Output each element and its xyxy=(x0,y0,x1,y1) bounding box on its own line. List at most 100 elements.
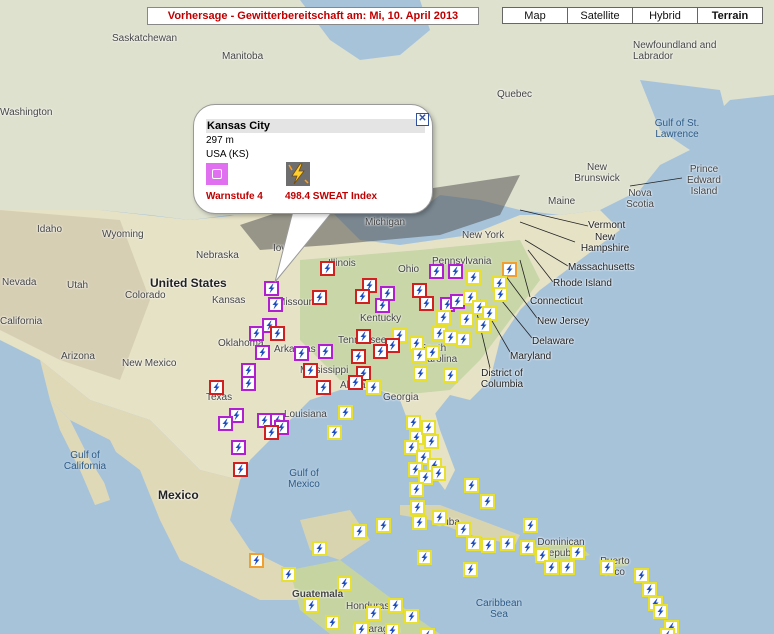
lightning-icon xyxy=(286,162,310,186)
storm-marker[interactable] xyxy=(404,609,419,624)
info-country: USA (KS) xyxy=(206,149,249,160)
storm-marker[interactable] xyxy=(376,518,391,533)
storm-marker[interactable] xyxy=(255,345,270,360)
storm-marker[interactable] xyxy=(231,440,246,455)
label-wyoming: Wyoming xyxy=(102,229,144,240)
storm-marker[interactable] xyxy=(500,536,515,551)
storm-marker[interactable] xyxy=(337,576,352,591)
lightning-icon xyxy=(211,382,222,393)
label-new-jersey: New Jersey xyxy=(537,316,590,327)
storm-marker[interactable] xyxy=(425,345,440,360)
storm-marker[interactable] xyxy=(303,363,318,378)
storm-marker[interactable] xyxy=(660,628,675,634)
lightning-icon xyxy=(314,543,325,554)
storm-marker[interactable] xyxy=(466,270,481,285)
label-newfoundland: Newfoundland and Labrador xyxy=(633,40,717,62)
storm-marker[interactable] xyxy=(318,344,333,359)
storm-marker[interactable] xyxy=(634,568,649,583)
storm-marker[interactable] xyxy=(294,346,309,361)
storm-marker[interactable] xyxy=(406,415,421,430)
storm-marker[interactable] xyxy=(456,332,471,347)
storm-marker[interactable] xyxy=(354,622,369,634)
storm-marker[interactable] xyxy=(209,380,224,395)
storm-marker[interactable] xyxy=(312,541,327,556)
storm-marker[interactable] xyxy=(316,380,331,395)
storm-marker[interactable] xyxy=(493,287,508,302)
map-type-map-button[interactable]: Map xyxy=(502,7,568,24)
storm-marker[interactable] xyxy=(642,582,657,597)
map-type-satellite-button[interactable]: Satellite xyxy=(567,7,633,24)
storm-marker[interactable] xyxy=(388,598,403,613)
storm-marker[interactable] xyxy=(413,366,428,381)
label-manitoba: Manitoba xyxy=(222,51,264,62)
storm-marker[interactable] xyxy=(366,380,381,395)
storm-marker[interactable] xyxy=(653,604,668,619)
storm-marker[interactable] xyxy=(241,376,256,391)
close-icon[interactable]: ✕ xyxy=(416,113,429,126)
lightning-icon xyxy=(272,328,283,339)
storm-marker[interactable] xyxy=(600,560,615,575)
storm-marker[interactable] xyxy=(466,536,481,551)
storm-marker[interactable] xyxy=(410,500,425,515)
storm-marker[interactable] xyxy=(264,425,279,440)
label-nevada: Nevada xyxy=(2,277,37,288)
map-type-terrain-button[interactable]: Terrain xyxy=(697,7,763,24)
label-maryland: Maryland xyxy=(510,351,552,362)
storm-marker[interactable] xyxy=(480,494,495,509)
storm-marker[interactable] xyxy=(412,515,427,530)
lightning-icon xyxy=(251,555,262,566)
storm-marker[interactable] xyxy=(356,329,371,344)
storm-marker[interactable] xyxy=(424,434,439,449)
storm-marker[interactable] xyxy=(281,567,296,582)
storm-marker[interactable] xyxy=(476,318,491,333)
storm-marker[interactable] xyxy=(366,606,381,621)
lightning-icon xyxy=(468,272,479,283)
storm-marker[interactable] xyxy=(570,545,585,560)
storm-marker[interactable] xyxy=(417,550,432,565)
info-city-name: Kansas City xyxy=(206,119,425,133)
lightning-icon xyxy=(572,547,583,558)
lightning-icon xyxy=(419,552,430,563)
storm-marker[interactable] xyxy=(456,522,471,537)
storm-marker[interactable] xyxy=(409,482,424,497)
storm-marker[interactable] xyxy=(443,368,458,383)
storm-marker[interactable] xyxy=(502,262,517,277)
storm-marker[interactable] xyxy=(327,425,342,440)
storm-marker[interactable] xyxy=(348,375,363,390)
storm-marker[interactable] xyxy=(385,623,400,634)
storm-marker[interactable] xyxy=(432,510,447,525)
storm-marker[interactable] xyxy=(463,562,478,577)
storm-marker[interactable] xyxy=(459,312,474,327)
label-vermont: Vermont xyxy=(588,220,626,231)
storm-marker[interactable] xyxy=(249,553,264,568)
storm-marker[interactable] xyxy=(436,310,451,325)
storm-marker[interactable] xyxy=(373,344,388,359)
storm-marker[interactable] xyxy=(421,420,436,435)
storm-marker[interactable] xyxy=(560,560,575,575)
lightning-icon xyxy=(482,496,493,507)
storm-marker[interactable] xyxy=(218,416,233,431)
storm-marker[interactable] xyxy=(544,560,559,575)
map-canvas[interactable]: Saskatchewan Manitoba Quebec Newfoundlan… xyxy=(0,0,774,634)
storm-marker[interactable] xyxy=(304,598,319,613)
storm-marker[interactable] xyxy=(481,538,496,553)
storm-marker[interactable] xyxy=(249,326,264,341)
lightning-icon xyxy=(478,320,489,331)
lightning-icon xyxy=(350,377,361,388)
lightning-icon xyxy=(636,570,647,581)
storm-marker[interactable] xyxy=(352,524,367,539)
map-type-hybrid-button[interactable]: Hybrid xyxy=(632,7,698,24)
storm-marker[interactable] xyxy=(325,615,340,630)
storm-marker[interactable] xyxy=(431,466,446,481)
lightning-icon xyxy=(495,289,506,300)
storm-marker[interactable] xyxy=(351,349,366,364)
label-louisiana: Louisiana xyxy=(284,409,327,420)
storm-marker[interactable] xyxy=(233,462,248,477)
label-gulf-california: Gulf of California xyxy=(63,450,107,472)
storm-marker[interactable] xyxy=(338,405,353,420)
storm-marker[interactable] xyxy=(464,478,479,493)
storm-marker[interactable] xyxy=(520,540,535,555)
storm-marker[interactable] xyxy=(270,326,285,341)
storm-marker[interactable] xyxy=(523,518,538,533)
storm-marker[interactable] xyxy=(448,264,463,279)
